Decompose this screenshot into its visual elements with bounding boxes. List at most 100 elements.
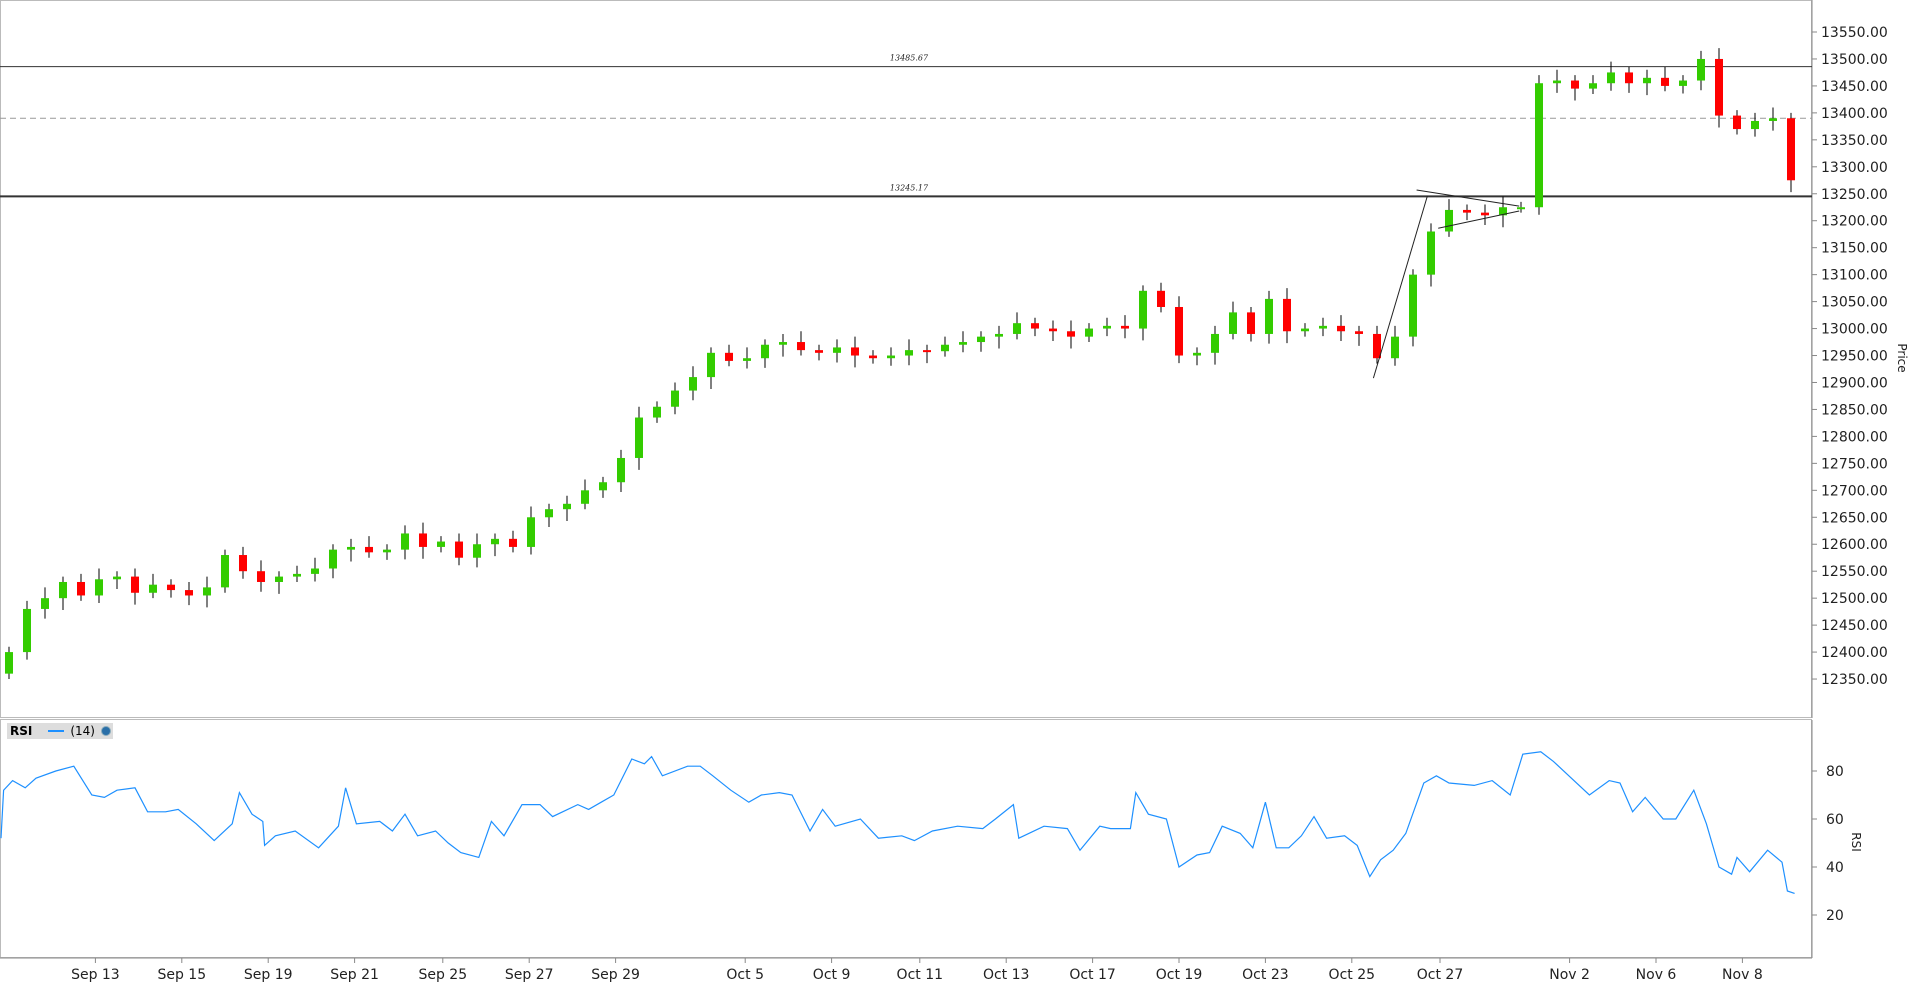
price-tick-label: 12550.00 [1821, 564, 1888, 580]
candle-up [293, 573, 301, 577]
candle-up [1607, 72, 1615, 84]
candle-down [1157, 290, 1165, 307]
price-tick-label: 12900.00 [1821, 375, 1888, 391]
price-tick-label: 13150.00 [1821, 241, 1888, 257]
price-tick-label: 13500.00 [1821, 52, 1888, 68]
candle-down [1787, 118, 1795, 181]
candle-up [275, 576, 283, 582]
rsi-tick-label: 20 [1826, 908, 1844, 924]
candle-down [1715, 58, 1723, 116]
candle-up [905, 350, 913, 356]
candle-up [203, 587, 211, 596]
candle-up [1589, 83, 1597, 89]
price-chart[interactable]: 13485.67 13245.17 12350.00 12400.00 12450.00… [0, 0, 1916, 986]
date-tick-label: Nov 8 [1722, 967, 1763, 983]
candle-up [743, 358, 751, 361]
price-tick-label: 13000.00 [1821, 322, 1888, 338]
rsi-legend-title: RSI [10, 724, 33, 738]
candle-up [23, 608, 31, 653]
candle-up [779, 342, 787, 345]
date-tick-label: Sep 27 [505, 967, 554, 983]
price-tick-label: 13300.00 [1821, 160, 1888, 176]
rsi-tick-label: 60 [1826, 812, 1844, 828]
rsi-period: (14) [70, 724, 95, 738]
candle-up [1517, 207, 1525, 210]
candle-down [1049, 328, 1057, 332]
date-tick-label: Oct 17 [1069, 967, 1115, 983]
candle-down [1283, 298, 1291, 332]
candle-up [1319, 325, 1327, 329]
price-tick-label: 13100.00 [1821, 268, 1888, 284]
candle-up [1769, 118, 1777, 121]
date-tick-label: Oct 19 [1156, 967, 1202, 983]
candle-down [797, 342, 805, 351]
price-tick-label: 13550.00 [1821, 25, 1888, 41]
candle-up [329, 549, 337, 569]
rsi-legend[interactable]: RSI (14) [7, 723, 113, 739]
candle-down [1355, 331, 1363, 334]
candle-down [851, 347, 859, 356]
candle-up [1409, 274, 1417, 337]
candle-up [113, 576, 121, 580]
candle-down [1571, 80, 1579, 89]
candle-up [1013, 323, 1021, 334]
candle-down [455, 541, 463, 558]
candle-down [257, 571, 265, 582]
price-tick-label: 13050.00 [1821, 295, 1888, 311]
candle-up [617, 457, 625, 483]
candle-down [509, 538, 517, 547]
candle-up [5, 652, 13, 674]
candle-up [401, 533, 409, 550]
price-tick-label: 12750.00 [1821, 456, 1888, 472]
candle-up [671, 390, 679, 407]
candle-down [185, 590, 193, 596]
date-tick-label: Sep 15 [157, 967, 206, 983]
rsi-axis-label: RSI [1849, 832, 1863, 852]
price-tick-label: 12700.00 [1821, 483, 1888, 499]
candle-up [995, 333, 1003, 337]
price-tick-label: 12850.00 [1821, 402, 1888, 418]
candle-down [1247, 312, 1255, 334]
price-tick-label: 12400.00 [1821, 645, 1888, 661]
candle-up [311, 568, 319, 574]
candle-down [1625, 72, 1633, 84]
date-tick-label: Sep 29 [591, 967, 640, 983]
candle-down [419, 533, 427, 547]
rsi-line [0, 751, 1795, 894]
rsi-tick-label: 40 [1826, 860, 1844, 876]
price-tick-label: 13450.00 [1821, 79, 1888, 95]
candle-up [383, 549, 391, 553]
candle-down [365, 546, 373, 553]
price-tick-label: 13200.00 [1821, 214, 1888, 230]
date-tick-label: Nov 2 [1549, 967, 1590, 983]
candle-down [131, 576, 139, 593]
candle-up [563, 503, 571, 510]
candle-up [1445, 209, 1453, 232]
candle-up [1679, 80, 1687, 86]
price-tick-label: 12350.00 [1821, 672, 1888, 688]
price-axis-label: Price [1895, 343, 1909, 372]
candle-up [1301, 328, 1309, 332]
candle-down [1337, 325, 1345, 332]
date-tick-label: Oct 25 [1329, 967, 1375, 983]
candle-up [761, 344, 769, 359]
rsi-tick-label: 80 [1826, 764, 1844, 780]
candle-up [635, 417, 643, 458]
candle-down [239, 555, 247, 572]
candle-down [725, 352, 733, 361]
price-tick-label: 13250.00 [1821, 187, 1888, 203]
candle-up [95, 579, 103, 596]
candle-down [1661, 77, 1669, 86]
candle-up [581, 490, 589, 504]
candle-up [41, 598, 49, 609]
candle-up [833, 347, 841, 353]
candle-up [221, 555, 229, 588]
price-tick-label: 12650.00 [1821, 510, 1888, 526]
date-tick-label: Sep 19 [244, 967, 293, 983]
candle-up [1229, 312, 1237, 334]
rsi-line-swatch [48, 730, 65, 732]
settings-icon[interactable] [101, 726, 111, 736]
candle-up [1553, 80, 1561, 84]
trendline [1416, 189, 1520, 207]
trendline [1372, 195, 1428, 379]
